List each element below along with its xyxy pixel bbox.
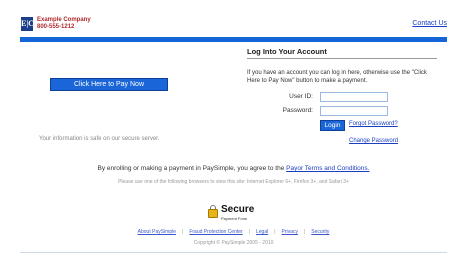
- header-divider-bar: [20, 37, 447, 42]
- password-input[interactable]: [320, 106, 388, 116]
- company-name: Example Company: [37, 17, 91, 23]
- terms-link[interactable]: Payor Terms and Conditions.: [286, 165, 369, 172]
- pay-now-panel: Click Here to Pay Now Your information i…: [20, 47, 230, 157]
- footer-link-privacy[interactable]: Privacy: [282, 229, 298, 235]
- footer-link-legal[interactable]: Legal: [256, 229, 268, 235]
- terms-agreement: By enrolling or making a payment in PayS…: [0, 165, 467, 172]
- footer-separator: |: [248, 229, 250, 235]
- forgot-password-link[interactable]: Forgot Password?: [349, 121, 398, 127]
- footer-separator: |: [303, 229, 306, 235]
- page-header: E|C Example Company 800-555-1212 Contact…: [0, 0, 467, 37]
- footer-separator: |: [182, 229, 184, 235]
- browser-requirements: Please use one of the following browsers…: [118, 179, 349, 185]
- login-button[interactable]: Login: [320, 120, 345, 131]
- pay-now-button[interactable]: Click Here to Pay Now: [50, 78, 168, 91]
- change-password-link[interactable]: Change Password: [349, 138, 398, 144]
- login-title: Log Into Your Account: [247, 47, 437, 59]
- login-panel: Log Into Your Account If you have an acc…: [247, 47, 447, 157]
- footer-separator: |: [274, 229, 276, 235]
- secure-badge-title: Secure: [221, 204, 255, 215]
- secure-badge-subtitle: Payment Form: [221, 216, 248, 221]
- lock-icon: [208, 209, 218, 218]
- company-phone: 800-555-1212: [37, 24, 75, 30]
- login-intro-text: If you have an account you can log in he…: [247, 70, 427, 84]
- secure-server-note: Your information is safe on our secure s…: [39, 136, 160, 142]
- terms-agreement-text: By enrolling or making a payment in PayS…: [97, 165, 287, 172]
- footer-divider: [20, 252, 447, 253]
- user-id-input[interactable]: [320, 92, 388, 102]
- footer-link-about[interactable]: About PaySimple: [138, 229, 176, 235]
- company-logo[interactable]: E|C: [21, 17, 34, 31]
- contact-us-link[interactable]: Contact Us: [412, 20, 447, 27]
- footer-links: About PaySimple | Fraud Protection Center |…: [0, 229, 467, 235]
- footer-link-security[interactable]: Security: [311, 229, 329, 235]
- user-id-label: User ID:: [289, 93, 313, 100]
- password-label: Password:: [282, 107, 313, 114]
- company-info: Example Company 800-555-1212: [37, 17, 91, 31]
- footer-link-fraud-protection[interactable]: Fraud Protection Center: [189, 229, 242, 235]
- copyright-text: Copyright © PaySimple 2005 - 2010: [193, 240, 274, 246]
- secure-payment-badge: Secure Payment Form: [208, 205, 268, 223]
